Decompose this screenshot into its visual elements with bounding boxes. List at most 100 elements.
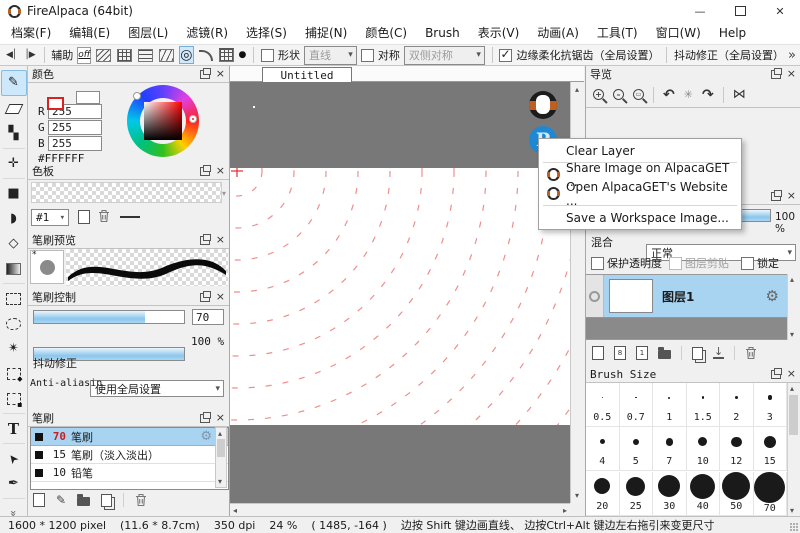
snap-parallel-icon[interactable] [95,46,112,64]
float-panel-icon[interactable] [771,192,781,201]
snap-horizontal-icon[interactable] [137,46,154,64]
canvas-tab[interactable]: Untitled [262,67,352,83]
brush-size-cell[interactable]: 40 [687,472,721,516]
brush-list-scrollbar[interactable]: ▴ ▾ [215,427,227,488]
close-icon[interactable]: × [787,369,796,379]
close-icon[interactable]: × [216,235,225,245]
color-marker[interactable] [190,116,196,122]
canvas-document[interactable] [230,168,570,425]
brush-size-cell[interactable]: 1.5 [687,383,721,427]
menu-item[interactable]: 图层(L) [119,23,177,44]
dither-tool[interactable]: ▚ [2,122,26,146]
context-menu-item[interactable]: Clear Layer [539,141,741,160]
brush-size-cell[interactable]: 70 [754,472,788,516]
brush-size-cell[interactable]: 20 [586,472,620,516]
lock-checkbox[interactable] [741,257,754,270]
delete-layer-icon[interactable] [745,346,757,360]
pen-tool[interactable]: ✒ [2,472,26,496]
new-1bit-layer-icon[interactable]: 1 [636,346,648,360]
fill-rect-tool[interactable]: ■ [2,182,26,206]
new-layer-icon[interactable] [592,346,604,360]
scroll-left-icon[interactable]: ◂ [233,506,237,515]
brush-item[interactable]: 15笔刷（淡入淡出） [31,446,228,464]
magic-wand-tool[interactable]: ✴ [2,337,26,361]
edit-brush-icon[interactable]: ✎ [56,493,66,507]
select-eraser-tool[interactable] [2,387,26,411]
snap-off-button[interactable]: off [77,47,91,64]
maximize-button[interactable] [720,0,760,22]
scroll-up-icon[interactable]: ▴ [575,85,579,94]
scroll-down-icon[interactable]: ▾ [790,330,794,339]
snap-vanishing-point-icon[interactable] [158,46,175,64]
float-panel-icon[interactable] [200,414,210,423]
delete-brush-icon[interactable] [135,493,147,507]
scroll-thumb[interactable] [217,439,225,457]
brush-size-value[interactable]: 70 [192,309,224,325]
shape-select[interactable]: 直线 [304,46,357,65]
brush-size-cell[interactable]: 25 [620,472,654,516]
close-icon[interactable]: × [216,166,225,176]
brush-size-slider[interactable] [33,310,185,324]
flip-horizontal-icon[interactable]: ⋈ [733,87,746,102]
brush-size-cell[interactable]: 12 [720,427,754,471]
shape-checkbox[interactable] [261,49,274,62]
symmetry-checkbox[interactable] [361,49,374,62]
rotate-ccw-icon[interactable]: ↶ [663,88,675,102]
scroll-right-icon[interactable]: ▸ [563,506,567,515]
brush-size-cell[interactable]: 5 [620,427,654,471]
close-icon[interactable]: × [216,69,225,79]
layer-list-scrollbar[interactable]: ▴ ▾ [787,274,799,340]
saturation-square[interactable] [144,102,182,140]
brush-item[interactable]: 70笔刷⚙ [31,428,228,446]
layer-gear-icon[interactable]: ⚙ [766,289,779,303]
bucket-tool[interactable]: ◗ [2,207,26,231]
snap-concentric-icon[interactable]: ◎ [179,46,193,64]
rotate-cw-icon[interactable]: ↷ [702,88,714,102]
close-icon[interactable]: × [787,191,796,201]
close-icon[interactable]: × [216,292,225,302]
menu-item[interactable]: 档案(F) [2,23,60,44]
float-panel-icon[interactable] [771,370,781,379]
merge-down-icon[interactable]: ↓ [713,347,724,359]
zoom-fit-icon[interactable]: ▭ [633,89,644,100]
brush-size-cell[interactable]: 15 [754,427,788,471]
menu-item[interactable]: 编辑(E) [60,23,119,44]
menu-item[interactable]: 选择(S) [237,23,296,44]
context-menu-item[interactable]: Save a Workspace Image... [539,208,741,227]
float-panel-icon[interactable] [771,70,781,79]
select-rect-tool[interactable] [2,287,26,311]
brush-size-cell[interactable]: 2 [720,383,754,427]
scroll-up-icon[interactable]: ▴ [790,275,794,284]
menu-item[interactable]: Brush [416,23,469,44]
menu-item[interactable]: Help [710,23,755,44]
scroll-down-icon[interactable]: ▾ [218,477,222,486]
snap-table-icon[interactable] [218,46,235,64]
scroll-thumb[interactable] [789,395,798,435]
snap-curve-icon[interactable] [198,46,214,64]
clipping-option[interactable]: 图层剪贴 [669,255,729,271]
layer-visibility-toggle[interactable] [586,275,604,317]
close-icon[interactable]: × [787,69,796,79]
brush-size-cell[interactable]: 50 [720,472,754,516]
lock-option[interactable]: 锁定 [741,255,779,271]
gear-icon[interactable]: ⚙ [200,429,212,444]
new-layer-folder-icon[interactable] [658,350,671,359]
alpacaget-button[interactable] [529,91,557,119]
hue-marker[interactable] [133,92,141,100]
operation-tool[interactable]: ➤ [2,447,26,471]
float-panel-icon[interactable] [200,293,210,302]
brush-size-cell[interactable]: 1 [653,383,687,427]
zoom-in-icon[interactable]: + [593,89,604,100]
symmetry-select[interactable]: 双侧对称 [404,46,485,65]
prev-panel-button[interactable]: ◀│ [4,50,18,60]
gradient-tool[interactable] [2,257,26,281]
add-brush-icon[interactable] [33,493,45,507]
zoom-out-icon[interactable]: – [613,89,624,100]
brush-folder-icon[interactable] [77,497,90,506]
brush-item[interactable]: 10铅笔 [31,464,228,482]
menu-item[interactable]: 捕捉(N) [296,23,356,44]
menu-item[interactable]: 动画(A) [528,23,588,44]
brush-size-cell[interactable]: 30 [653,472,687,516]
duplicate-layer-icon[interactable] [692,347,703,360]
minimize-button[interactable]: — [680,0,720,22]
